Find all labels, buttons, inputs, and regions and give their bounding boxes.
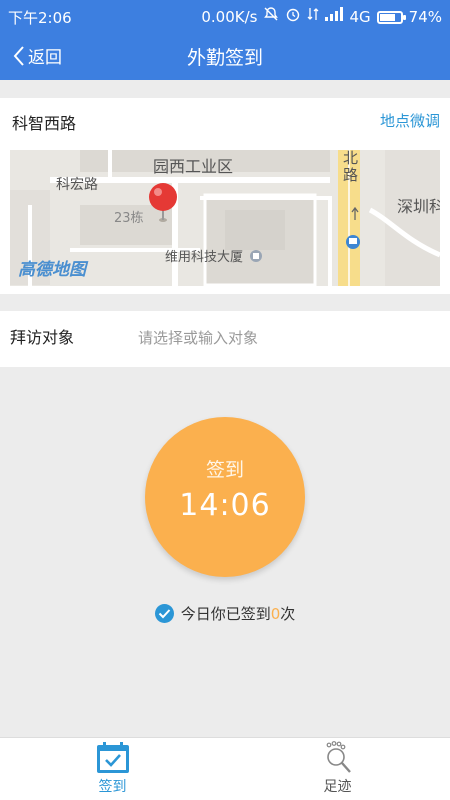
map-view[interactable]: 园西工业区 科宏路 23栋 维用科技大厦 北路 深圳科 高德地图 xyxy=(10,150,440,286)
map-label-building-no: 23栋 xyxy=(114,211,144,226)
data-transfer-icon xyxy=(307,6,319,28)
location-name: 科智西路 xyxy=(12,114,77,133)
map-label-district: 深圳科 xyxy=(397,197,440,216)
visit-target-row: 拜访对象 xyxy=(0,311,450,367)
battery-icon xyxy=(376,10,406,24)
sign-in-label: 签到 xyxy=(205,459,244,481)
amap-logo: 高德地图 xyxy=(18,260,86,280)
map-label-main-road: 北路 xyxy=(343,150,359,184)
tab-sign-in-label: 签到 xyxy=(98,779,127,795)
signal-icon xyxy=(325,7,344,27)
alarm-icon xyxy=(285,6,301,28)
bottom-tab-bar: 签到 足迹 xyxy=(0,737,450,800)
sign-status-prefix: 今日你已签到 xyxy=(180,605,271,623)
visit-target-input[interactable] xyxy=(138,323,438,353)
tab-sign-in[interactable]: 签到 xyxy=(0,738,225,800)
sign-count: 0 xyxy=(270,604,281,623)
map-label-road: 科宏路 xyxy=(56,177,98,193)
network-type: 4G xyxy=(349,8,371,26)
location-card: 科智西路 地点微调 园西工业区 科宏路 23栋 维用科技大厦 北路 深圳科 高德… xyxy=(0,98,450,294)
sign-in-button[interactable]: 签到 14:06 xyxy=(145,417,305,577)
status-time: 下午2:06 xyxy=(8,9,72,27)
sign-area: 签到 14:06 今日你已签到 0 次 xyxy=(0,367,450,737)
map-label-area: 园西工业区 xyxy=(153,157,234,176)
page-title: 外勤签到 xyxy=(186,47,263,69)
map-label-building: 维用科技大厦 xyxy=(165,250,244,265)
tab-footprint-label: 足迹 xyxy=(323,779,352,795)
status-bar: 下午2:06 0.00K/s 4G 74% xyxy=(0,0,450,32)
footprint-search-icon xyxy=(326,741,351,773)
tab-footprint[interactable]: 足迹 xyxy=(225,738,450,800)
sign-in-time: 14:06 xyxy=(179,488,271,523)
adjust-location-button[interactable]: 地点微调 xyxy=(380,110,440,131)
battery-fill xyxy=(379,13,395,21)
mute-icon xyxy=(263,6,279,28)
calendar-check-icon xyxy=(97,742,129,773)
status-right: 0.00K/s 4G 74% xyxy=(201,6,442,28)
battery-percent: 74% xyxy=(408,8,442,26)
sign-status: 今日你已签到 0 次 xyxy=(0,603,450,624)
sign-status-suffix: 次 xyxy=(280,605,296,623)
nav-bar: 返回 外勤签到 xyxy=(0,32,450,80)
check-circle-icon xyxy=(154,604,174,623)
top-bar: 下午2:06 0.00K/s 4G 74% 返回 外勤签到 xyxy=(0,0,450,80)
net-speed: 0.00K/s xyxy=(201,8,258,26)
visit-target-label: 拜访对象 xyxy=(10,328,75,347)
